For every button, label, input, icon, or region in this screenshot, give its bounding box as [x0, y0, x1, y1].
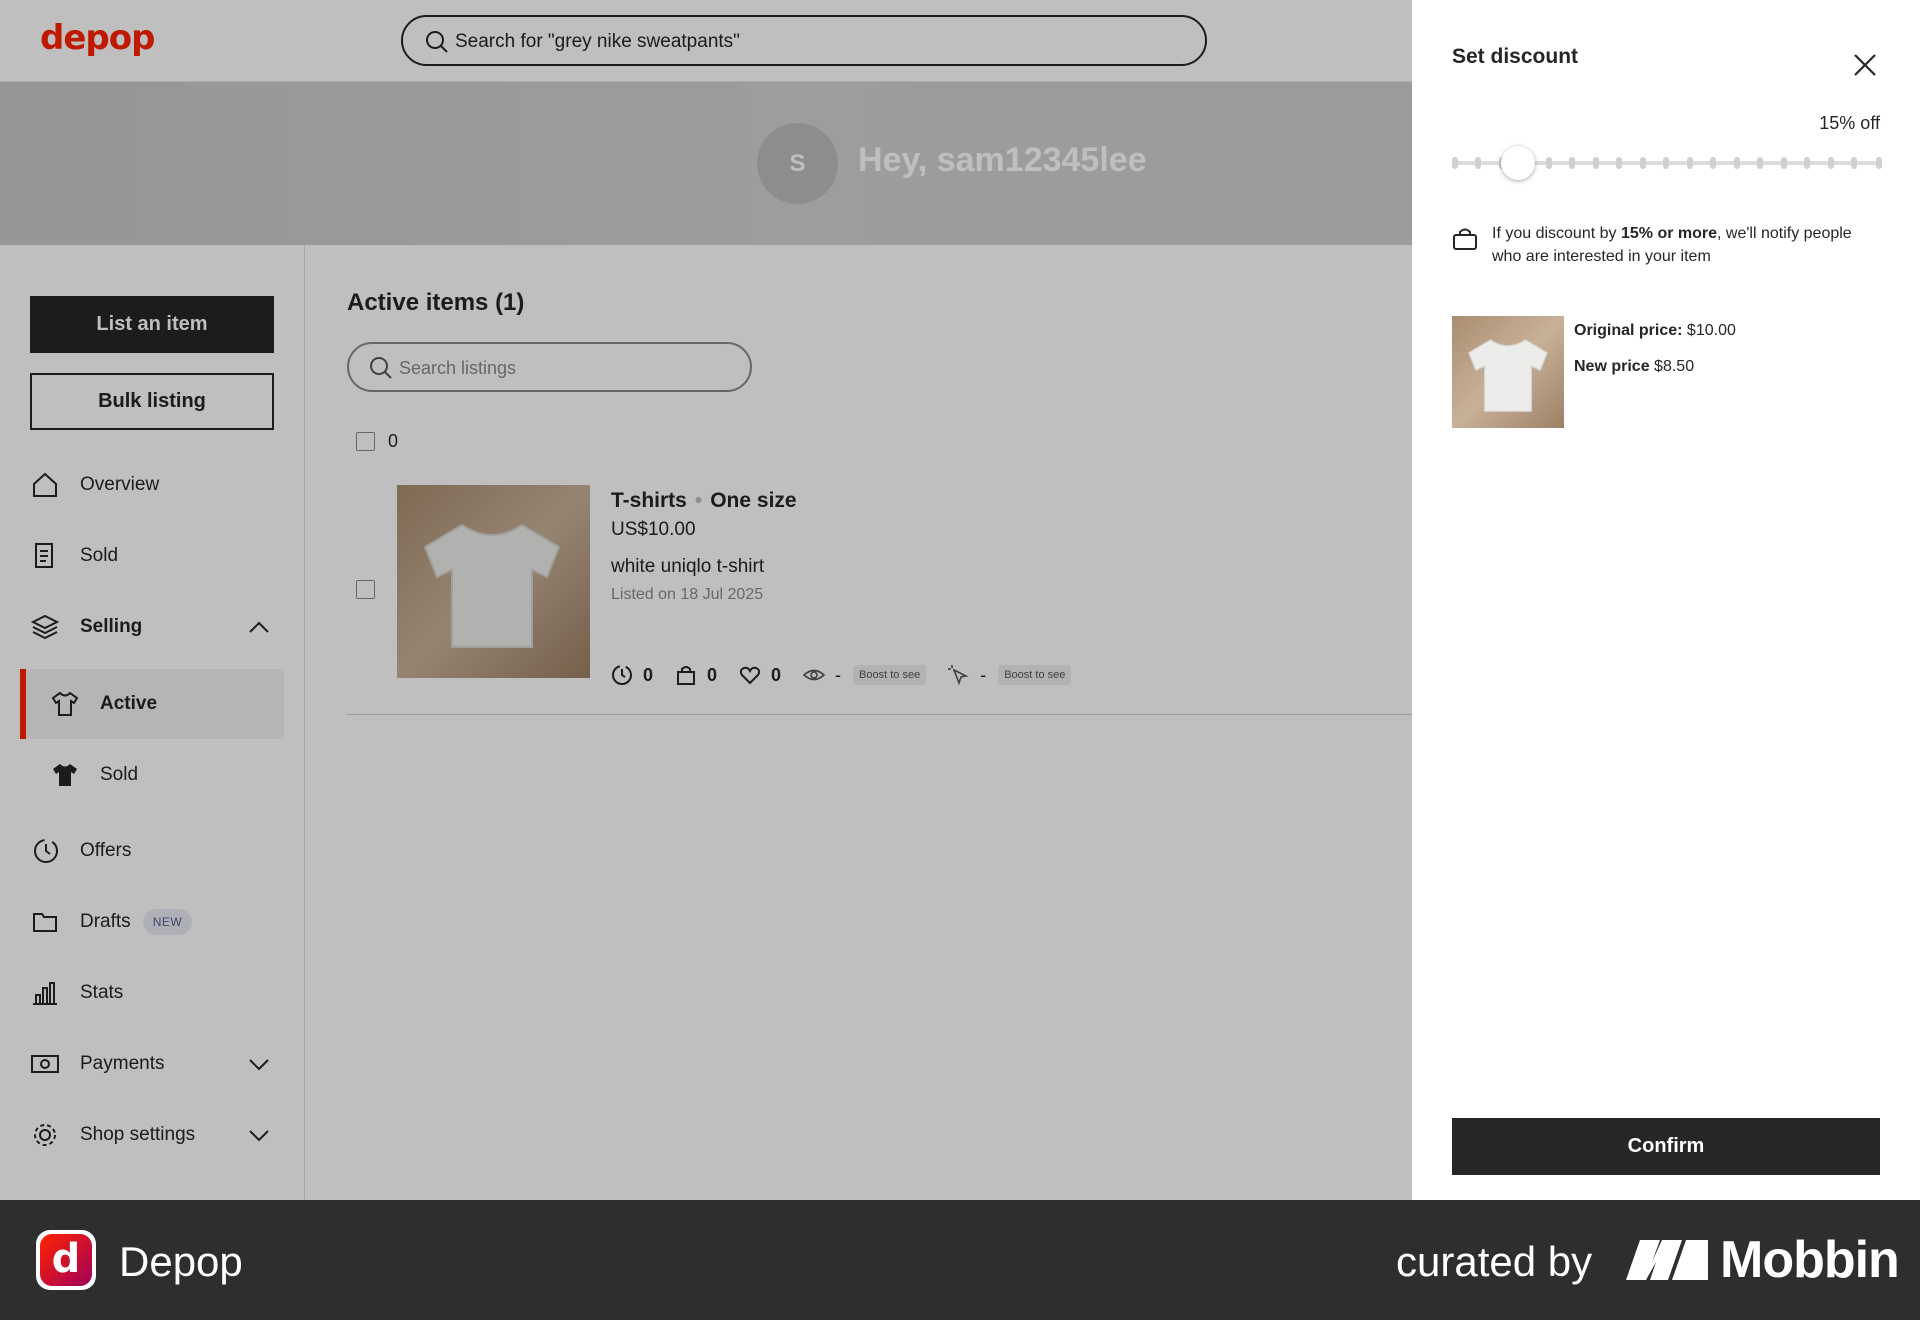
- depop-app-icon: d: [36, 1230, 96, 1290]
- confirm-button[interactable]: Confirm: [1452, 1118, 1880, 1175]
- notify-text: If you discount by 15% or more, we'll no…: [1492, 222, 1882, 268]
- slider-tick: [1781, 157, 1787, 169]
- bag-icon: [1453, 228, 1477, 250]
- slider-tick: [1734, 157, 1740, 169]
- new-price-row: New price $8.50: [1574, 358, 1694, 376]
- original-price-row: Original price: $10.00: [1574, 322, 1736, 340]
- slider-tick: [1475, 157, 1481, 169]
- close-icon[interactable]: [1850, 50, 1880, 80]
- tshirt-photo: [1468, 339, 1548, 412]
- slider-knob[interactable]: [1501, 146, 1535, 180]
- new-price-label: New price: [1574, 358, 1650, 375]
- slider-tick: [1640, 157, 1646, 169]
- original-price-label: Original price:: [1574, 322, 1683, 339]
- slider-tick: [1804, 157, 1810, 169]
- app-name: Depop: [119, 1238, 243, 1285]
- slider-tick: [1593, 157, 1599, 169]
- slider-tick: [1876, 157, 1882, 169]
- slider-tick: [1757, 157, 1763, 169]
- slider-tick: [1616, 157, 1622, 169]
- discount-slider[interactable]: [1452, 146, 1882, 180]
- slider-tick: [1452, 157, 1458, 169]
- curated-by-text: curated by: [1396, 1238, 1593, 1285]
- drawer-title: Set discount: [1452, 45, 1579, 68]
- original-price-value: $10.00: [1686, 322, 1736, 339]
- slider-tick: [1663, 157, 1669, 169]
- notify-text-pre: If you discount by: [1492, 225, 1621, 242]
- set-discount-drawer: Set discount 15% off If you discount by …: [1412, 0, 1920, 1200]
- new-price-value: $8.50: [1654, 358, 1695, 375]
- slider-tick: [1569, 157, 1575, 169]
- notify-info: If you discount by 15% or more, we'll no…: [1452, 222, 1882, 268]
- mobbin-logo-icon: [1626, 1240, 1708, 1280]
- slider-tick: [1710, 157, 1716, 169]
- mobbin-brand: Mobbin: [1720, 1231, 1900, 1289]
- footer: d Depop curated by Mobbin: [0, 1200, 1920, 1320]
- product-thumbnail: [1452, 316, 1564, 428]
- modal-backdrop[interactable]: [0, 0, 1412, 1200]
- notify-threshold: 15% or more: [1620, 225, 1718, 242]
- slider-tick: [1851, 157, 1857, 169]
- slider-tick: [1828, 157, 1834, 169]
- slider-tick: [1687, 157, 1693, 169]
- app-icon-letter: d: [40, 1234, 92, 1286]
- discount-percent-label: 15% off: [1819, 113, 1880, 133]
- slider-tick: [1546, 157, 1552, 169]
